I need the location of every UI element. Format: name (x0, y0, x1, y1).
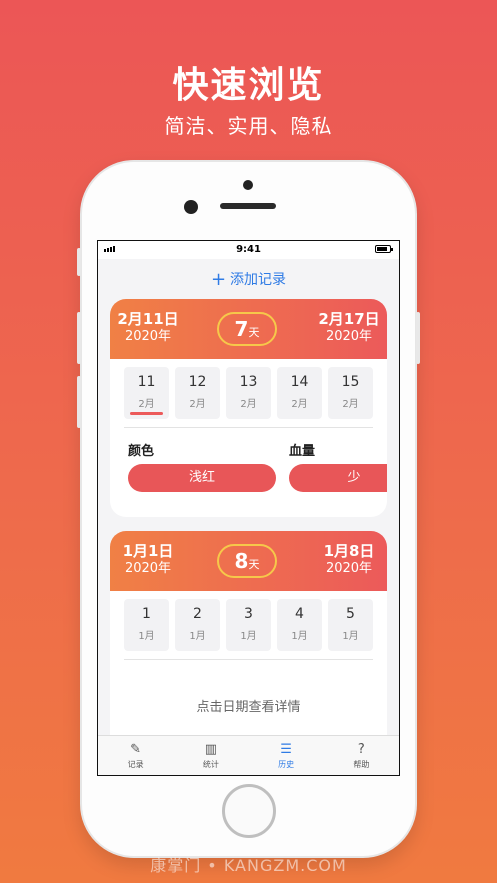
period-card[interactable]: 2月11日 2020年 7天 2月17日 2020年 11 2月 12 2月 1… (110, 299, 387, 517)
day-number: 15 (341, 374, 360, 390)
start-date-text: 1月1日 (122, 542, 174, 560)
day-number: 12 (188, 374, 207, 390)
watermark: 康掌门 • KANGZM.COM (150, 856, 347, 875)
selected-indicator (130, 412, 163, 415)
add-record-button[interactable]: + 添加记录 (98, 259, 399, 299)
start-date: 1月1日 2020年 (116, 543, 180, 577)
volume-up-button (77, 312, 81, 364)
color-value-pill[interactable]: 浅红 (128, 464, 276, 492)
volume-down-button (77, 376, 81, 428)
duration-unit: 天 (248, 326, 260, 339)
home-button[interactable] (222, 784, 276, 838)
day-number: 14 (290, 374, 309, 390)
plus-icon: + (210, 268, 227, 290)
duration-number: 8 (234, 549, 249, 573)
day-cell[interactable]: 15 2月 (328, 367, 373, 419)
flow-label: 血量 (289, 444, 316, 459)
day-cell[interactable]: 12 2月 (175, 367, 220, 419)
tab-help[interactable]: ? 帮助 (324, 736, 399, 775)
day-number: 2 (193, 606, 202, 622)
day-list: 11 2月 12 2月 13 2月 14 2月 15 2月 (110, 359, 387, 419)
day-cell[interactable]: 3 1月 (226, 599, 271, 651)
day-month: 1月 (342, 631, 359, 642)
app-screen: 9:41 + 添加记录 2月11日 2020年 7天 2月17日 2020年 1… (97, 240, 400, 776)
day-cell[interactable]: 14 2月 (277, 367, 322, 419)
front-camera-icon (184, 200, 198, 214)
tab-record[interactable]: ✎ 记录 (98, 736, 173, 775)
phone-frame: 9:41 + 添加记录 2月11日 2020年 7天 2月17日 2020年 1… (77, 162, 420, 856)
end-date-text: 2月17日 (318, 310, 380, 328)
day-month: 2月 (189, 399, 206, 410)
mute-switch (77, 248, 81, 276)
end-date-text: 1月8日 (323, 542, 375, 560)
tab-stats[interactable]: ▥ 统计 (173, 736, 248, 775)
tab-label: 统计 (202, 760, 219, 769)
add-record-label: 添加记录 (230, 272, 287, 288)
battery-icon (375, 245, 393, 253)
promo-subline: 简洁、实用、隐私 (164, 114, 333, 138)
day-month: 2月 (291, 399, 308, 410)
tab-label: 历史 (278, 760, 295, 769)
start-date-text: 2月11日 (117, 310, 179, 328)
tab-bar: ✎ 记录 ▥ 统计 ☰ 历史 ? 帮助 (98, 735, 399, 775)
duration-badge: 7天 (217, 312, 277, 346)
status-bar: 9:41 (98, 241, 399, 259)
day-month: 1月 (240, 631, 257, 642)
day-month: 1月 (189, 631, 206, 642)
end-year-text: 2020年 (325, 561, 373, 576)
duration-badge: 8天 (217, 544, 277, 578)
duration-number: 7 (234, 317, 249, 341)
day-month: 2月 (342, 399, 359, 410)
color-label: 颜色 (128, 444, 155, 459)
day-cell[interactable]: 5 1月 (328, 599, 373, 651)
start-year-text: 2020年 (124, 329, 172, 344)
day-number: 1 (142, 606, 151, 622)
tab-history[interactable]: ☰ 历史 (249, 736, 324, 775)
day-cell[interactable]: 4 1月 (277, 599, 322, 651)
day-cell[interactable]: 1 1月 (124, 599, 169, 651)
tab-label: 帮助 (353, 760, 370, 769)
period-card[interactable]: 1月1日 2020年 8天 1月8日 2020年 1 1月 2 1月 3 1月 … (110, 531, 387, 751)
day-number: 13 (239, 374, 258, 390)
end-date: 1月8日 2020年 (317, 543, 381, 577)
flow-value-pill[interactable]: 少 (289, 464, 387, 492)
attribute-values: 浅红 少 (110, 458, 387, 498)
bar-chart-icon: ▥ (204, 742, 218, 757)
day-month: 1月 (138, 631, 155, 642)
day-number: 11 (137, 374, 156, 390)
day-month: 2月 (138, 399, 155, 410)
day-number: 4 (295, 606, 304, 622)
day-cell[interactable]: 11 2月 (124, 367, 169, 419)
day-month: 2月 (240, 399, 257, 410)
tab-label: 记录 (127, 760, 144, 769)
day-number: 3 (244, 606, 253, 622)
end-year-text: 2020年 (325, 329, 373, 344)
day-number: 5 (346, 606, 355, 622)
help-icon: ? (357, 742, 365, 757)
edit-icon: ✎ (130, 742, 142, 757)
earpiece-speaker (220, 203, 276, 209)
status-time: 9:41 (236, 244, 261, 255)
period-card-header: 2月11日 2020年 7天 2月17日 2020年 (110, 299, 387, 359)
period-card-header: 1月1日 2020年 8天 1月8日 2020年 (110, 531, 387, 591)
end-date: 2月17日 2020年 (317, 311, 381, 345)
start-year-text: 2020年 (124, 561, 172, 576)
list-icon: ☰ (280, 742, 292, 757)
day-cell[interactable]: 13 2月 (226, 367, 271, 419)
detail-hint: 点击日期查看详情 (196, 700, 301, 715)
day-cell[interactable]: 2 1月 (175, 599, 220, 651)
proximity-sensor (243, 180, 253, 190)
start-date: 2月11日 2020年 (116, 311, 180, 345)
promo-headline: 快速浏览 (172, 65, 325, 106)
day-month: 1月 (291, 631, 308, 642)
day-list: 1 1月 2 1月 3 1月 4 1月 5 1月 (110, 591, 387, 651)
power-button (416, 312, 420, 364)
duration-unit: 天 (248, 558, 260, 571)
attribute-labels: 颜色 血量 (110, 428, 387, 459)
